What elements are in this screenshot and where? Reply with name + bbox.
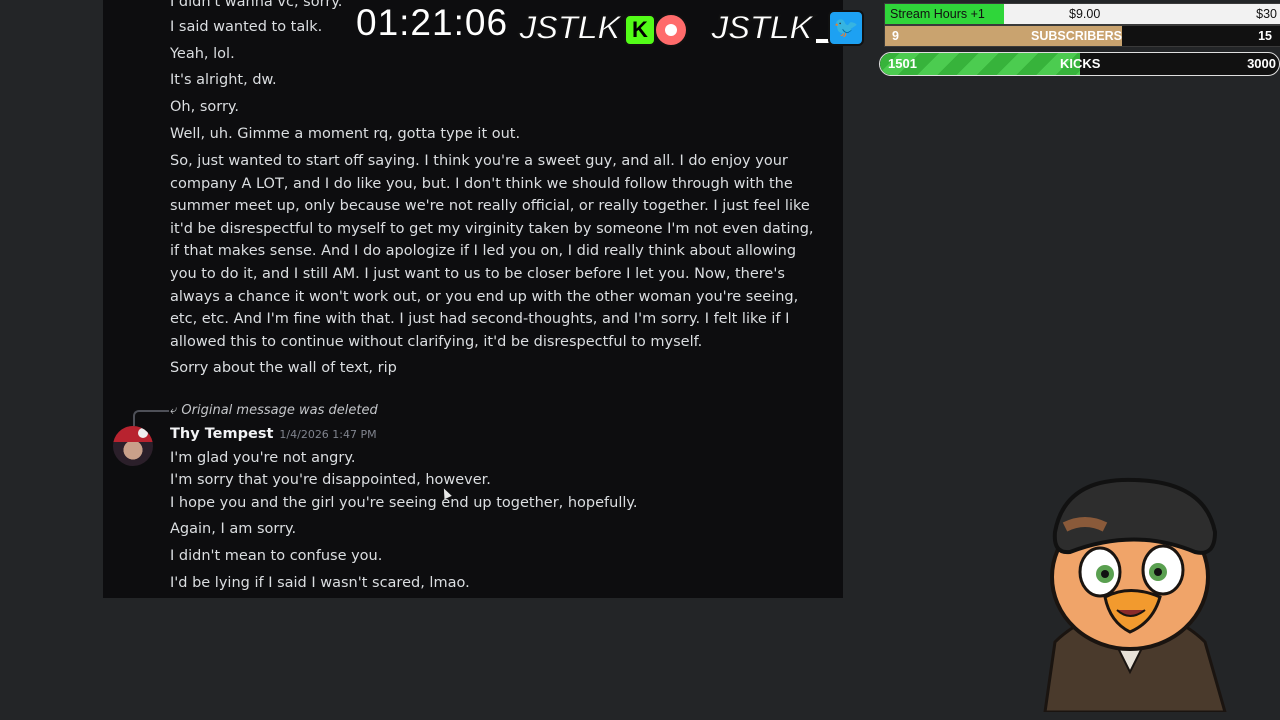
subscribers-target: 15 — [1258, 29, 1272, 43]
chat-message: I hope you and the girl you're seeing en… — [170, 495, 638, 511]
hat-pom — [138, 428, 148, 438]
reply-reference[interactable]: ⤶ Original message was deleted — [170, 403, 378, 418]
chat-message: Sorry about the wall of text, rip — [170, 360, 397, 376]
subscribers-current: 9 — [892, 29, 899, 43]
subscribers-goal: 9 SUBSCRIBERS 15 — [884, 25, 1280, 47]
chat-message: I said wanted to talk. — [170, 19, 323, 35]
chat-message: I didn't mean to confuse you. — [170, 548, 383, 564]
jstlk-logo-twitter: JSTLK — [709, 8, 815, 48]
chat-message: Again, I am sorry. — [170, 521, 297, 537]
reply-connector — [133, 410, 169, 426]
reply-notice-text: Original message was deleted — [181, 403, 378, 418]
chat-long-message: So, just wanted to start off saying. I t… — [170, 153, 814, 350]
stream-hours-target: $30 — [1256, 7, 1277, 21]
chat-message: It's alright, dw. — [170, 72, 277, 88]
stream-hours-current: $9.00 — [1069, 7, 1101, 21]
jstlk-logo-kick: JSTLK — [517, 8, 623, 48]
chat-message: I didn't wanna vc, sorry. — [170, 0, 343, 10]
bird-mascot-icon — [1043, 477, 1227, 712]
author-name[interactable]: Thy Tempest — [170, 426, 273, 442]
kicks-label: KICKS — [1060, 56, 1101, 71]
record-icon — [654, 13, 688, 47]
message-timestamp[interactable]: 1/4/2026 1:47 PM — [279, 428, 376, 441]
stream-hours-label: Stream Hours +1 — [890, 7, 985, 21]
kicks-current: 1501 — [888, 56, 917, 71]
avatar[interactable] — [113, 426, 153, 466]
chat-message: Well, uh. Gimme a moment rq, gotta type … — [170, 126, 521, 142]
twitter-icon: 🐦 — [828, 10, 864, 46]
chat-panel: I didn't wanna vc, sorry. I said wanted … — [103, 0, 843, 598]
reply-arrow-icon: ⤶ — [170, 403, 178, 418]
message-header: Thy Tempest 1/4/2026 1:47 PM — [170, 426, 377, 442]
chat-message: I'm glad you're not angry. — [170, 450, 356, 466]
chat-message: Oh, sorry. — [170, 99, 240, 115]
stream-hours-goal: Stream Hours +1 $9.00 $30 — [884, 3, 1280, 25]
kicks-goal: 1501 KICKS 3000 — [879, 52, 1280, 76]
kicks-target: 3000 — [1247, 56, 1276, 71]
chat-message: Yeah, lol. — [170, 46, 235, 62]
stream-timer: 01:21:06 — [356, 2, 509, 43]
kick-icon: K — [624, 14, 656, 46]
subscribers-label: SUBSCRIBERS — [1031, 29, 1122, 43]
chat-message: I'm sorry that you're disappointed, howe… — [170, 472, 491, 488]
chat-message: I'd be lying if I said I wasn't scared, … — [170, 575, 470, 591]
